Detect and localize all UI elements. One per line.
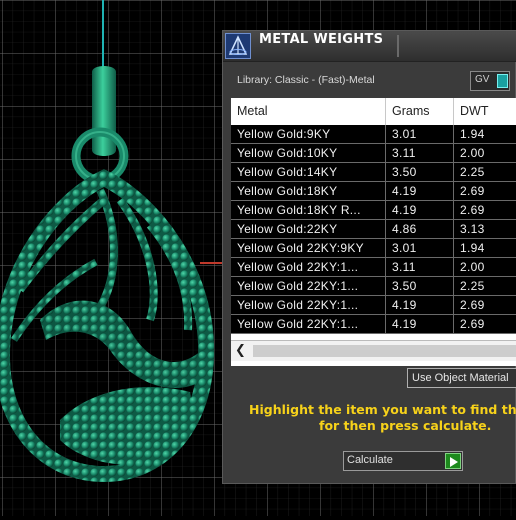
instruction-line-2: for then press calculate.: [319, 418, 492, 433]
cell-dwt: 1.94: [460, 241, 485, 255]
table-row[interactable]: Yellow Gold:9KY 3.01 1.94: [231, 125, 516, 144]
gv-label: GV: [475, 74, 490, 85]
cell-metal: Yellow Gold 22KY:1...: [231, 315, 386, 333]
cell-grams: 3.01: [386, 239, 454, 257]
metal-weights-app-icon: [225, 33, 251, 59]
title-bar[interactable]: METAL WEIGHTS: [223, 31, 516, 62]
calculate-label: Calculate: [347, 454, 393, 466]
column-header-metal[interactable]: Metal: [231, 98, 386, 125]
gv-indicator-icon: [497, 74, 508, 88]
window-title: METAL WEIGHTS: [259, 32, 384, 47]
cell-metal: Yellow Gold 22KY:1...: [231, 277, 386, 295]
metal-weights-panel: METAL WEIGHTS Library: Classic - (Fast)-…: [222, 30, 516, 484]
cell-dwt: 2.25: [460, 165, 485, 179]
table-row[interactable]: Yellow Gold:18KY R... 4.19 2.69: [231, 201, 516, 220]
calculate-button[interactable]: Calculate: [343, 451, 463, 471]
cell-metal: Yellow Gold 22KY:1...: [231, 296, 386, 314]
cell-dwt: 2.00: [460, 146, 485, 160]
cell-grams: 3.50: [386, 163, 454, 181]
cell-metal: Yellow Gold:22KY: [231, 220, 386, 238]
cell-metal: Yellow Gold 22KY:9KY: [231, 239, 386, 257]
column-header-grams[interactable]: Grams: [386, 98, 454, 125]
tripod-icon: [228, 35, 248, 55]
table-row[interactable]: Yellow Gold 22KY:9KY 3.01 1.94: [231, 239, 516, 258]
cell-grams: 3.50: [386, 277, 454, 295]
column-header-dwt[interactable]: DWT: [454, 98, 516, 125]
cell-grams: 4.19: [386, 296, 454, 314]
cell-dwt: 2.25: [460, 279, 485, 293]
table-row[interactable]: Yellow Gold 22KY:1... 4.19 2.69: [231, 315, 516, 334]
cell-dwt: 2.00: [460, 260, 485, 274]
table-row[interactable]: Yellow Gold 22KY:1... 4.19 2.69: [231, 296, 516, 315]
instruction-line-1: Highlight the item you want to find the …: [249, 402, 516, 417]
cell-grams: 4.19: [386, 182, 454, 200]
gv-toggle[interactable]: GV: [470, 71, 510, 91]
metal-weights-table[interactable]: Metal Grams DWT Yellow Gold:9KY 3.01 1.94 Y…: [231, 98, 516, 366]
cell-metal: Yellow Gold 22KY:1...: [231, 258, 386, 276]
table-row[interactable]: Yellow Gold 22KY:1... 3.11 2.00: [231, 258, 516, 277]
cell-dwt: 2.69: [460, 203, 485, 217]
scroll-thumb[interactable]: [253, 345, 516, 357]
cell-grams: 4.19: [386, 315, 454, 333]
play-arrow-icon: [445, 453, 461, 469]
cell-grams: 4.86: [386, 220, 454, 238]
scroll-left-arrow-icon[interactable]: ❮: [235, 343, 246, 358]
table-row[interactable]: Yellow Gold:18KY 4.19 2.69: [231, 182, 516, 201]
cell-metal: Yellow Gold:9KY: [231, 125, 386, 143]
cell-metal: Yellow Gold:18KY R...: [231, 201, 386, 219]
cell-metal: Yellow Gold:10KY: [231, 144, 386, 162]
cell-metal: Yellow Gold:14KY: [231, 163, 386, 181]
cell-grams: 3.11: [386, 258, 454, 276]
table-row[interactable]: Yellow Gold:10KY 3.11 2.00: [231, 144, 516, 163]
cell-dwt: 2.69: [460, 184, 485, 198]
cell-grams: 3.11: [386, 144, 454, 162]
cell-grams: 4.19: [386, 201, 454, 219]
use-object-material-button[interactable]: Use Object Material: [407, 368, 516, 388]
pendant-bail: [92, 66, 116, 156]
cell-grams: 3.01: [386, 125, 454, 143]
horizontal-scrollbar[interactable]: ❮: [231, 340, 516, 361]
library-label: Library: Classic - (Fast)-Metal: [237, 74, 375, 86]
cell-metal: Yellow Gold:18KY: [231, 182, 386, 200]
cell-dwt: 2.69: [460, 317, 485, 331]
table-row[interactable]: Yellow Gold 22KY:1... 3.50 2.25: [231, 277, 516, 296]
cell-dwt: 2.69: [460, 298, 485, 312]
table-row[interactable]: Yellow Gold:22KY 4.86 3.13: [231, 220, 516, 239]
table-row[interactable]: Yellow Gold:14KY 3.50 2.25: [231, 163, 516, 182]
cell-dwt: 1.94: [460, 127, 485, 141]
cell-dwt: 3.13: [460, 222, 485, 236]
title-divider: [397, 35, 399, 57]
